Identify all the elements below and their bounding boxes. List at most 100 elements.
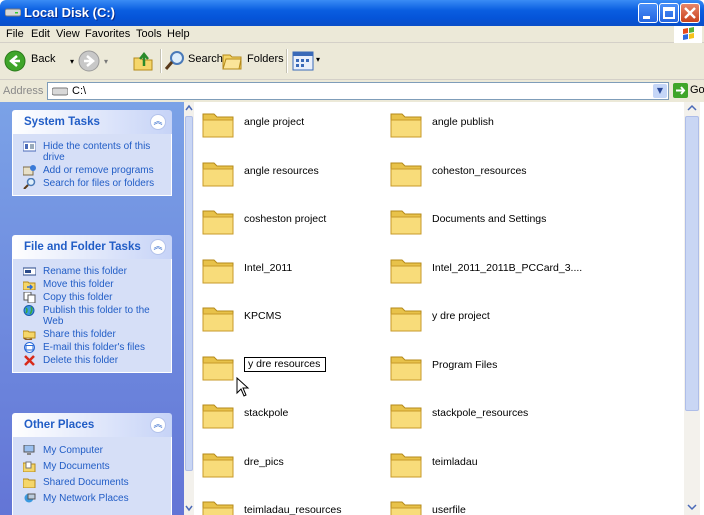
close-button[interactable]: [680, 3, 700, 23]
folder-item[interactable]: KPCMS: [202, 300, 392, 336]
file-folder-tasks-header[interactable]: File and Folder Tasks ︽: [12, 235, 172, 259]
up-folder-button[interactable]: [132, 50, 154, 72]
folder-item[interactable]: dre_pics: [202, 446, 392, 482]
folder-item[interactable]: stackpole_resources: [390, 397, 580, 433]
folder-icon: [390, 205, 422, 235]
scroll-up-arrow-icon[interactable]: [686, 103, 698, 113]
task-copy-folder[interactable]: Copy this folder: [13, 292, 171, 303]
folder-name: stackpole_resources: [432, 407, 529, 419]
menu-view[interactable]: View: [56, 28, 80, 40]
menu-file[interactable]: File: [6, 28, 24, 40]
task-share-folder[interactable]: Share this folder: [13, 329, 171, 340]
menu-help[interactable]: Help: [167, 28, 190, 40]
place-my-network-places[interactable]: My Network Places: [13, 493, 171, 504]
search-label: Search: [188, 53, 223, 65]
folder-name: userfile: [432, 504, 466, 515]
forward-dropdown-icon[interactable]: ▾: [104, 57, 108, 66]
task-label: Publish this folder to the Web: [43, 305, 150, 327]
folder-icon: [202, 448, 234, 478]
folder-item[interactable]: cosheston project: [202, 203, 392, 239]
scroll-up-arrow-icon[interactable]: [185, 103, 193, 113]
scroll-down-arrow-icon[interactable]: [185, 503, 193, 513]
folder-icon: [390, 351, 422, 381]
folder-icon: [390, 399, 422, 429]
task-label: Copy this folder: [43, 292, 113, 303]
collapse-chevron-icon[interactable]: ︽: [150, 417, 166, 433]
folder-item[interactable]: y dre resources: [202, 349, 392, 385]
go-button[interactable]: Go: [673, 83, 704, 99]
drive-icon: [5, 8, 21, 17]
place-shared-documents[interactable]: Shared Documents: [13, 477, 171, 488]
folder-item[interactable]: angle resources: [202, 155, 392, 191]
back-dropdown-icon[interactable]: ▾: [70, 57, 74, 66]
drive-icon: [52, 87, 68, 96]
task-rename-folder[interactable]: Rename this folder: [13, 266, 171, 277]
folder-item[interactable]: Program Files: [390, 349, 580, 385]
folder-name: teimladau_resources: [244, 504, 342, 515]
forward-button[interactable]: [78, 50, 100, 72]
file-list-scroll-thumb[interactable]: [685, 116, 699, 411]
menu-favorites[interactable]: Favorites: [85, 28, 130, 40]
title-bar[interactable]: Local Disk (C:): [0, 0, 704, 26]
folder-item[interactable]: y dre project: [390, 300, 580, 336]
folder-item[interactable]: teimladau_resources: [202, 494, 392, 515]
minimize-button[interactable]: [638, 3, 658, 23]
place-my-computer[interactable]: My Computer: [13, 445, 171, 456]
folder-item[interactable]: userfile: [390, 494, 580, 515]
folder-item[interactable]: angle project: [202, 106, 392, 142]
task-label: Move this folder: [43, 279, 114, 290]
address-dropdown-icon[interactable]: ▼: [653, 84, 667, 98]
toolbar: Back ▾ ▾ Search Folders ▾: [0, 43, 704, 80]
back-button[interactable]: Back: [4, 49, 64, 73]
task-hide-drive-contents[interactable]: Hide the contents of this drive: [13, 141, 171, 163]
folder-item[interactable]: coheston_resources: [390, 155, 580, 191]
address-input[interactable]: C:\ ▼: [47, 82, 669, 100]
folder-name: KPCMS: [244, 310, 282, 322]
system-tasks-header[interactable]: System Tasks ︽: [12, 110, 172, 134]
menu-edit[interactable]: Edit: [31, 28, 50, 40]
folder-icon: [202, 205, 234, 235]
folder-name: dre_pics: [244, 455, 284, 468]
task-add-remove-programs[interactable]: Add or remove programs: [13, 165, 171, 176]
folder-icon: [202, 302, 234, 332]
views-icon: [292, 51, 314, 71]
address-bar: Address C:\ ▼ Go: [0, 80, 704, 102]
task-email-files[interactable]: E-mail this folder's files: [13, 342, 171, 353]
toolbar-separator: [160, 49, 162, 73]
place-label: My Computer: [43, 445, 104, 456]
other-places-header[interactable]: Other Places ︽: [12, 413, 172, 437]
globe-icon: [23, 305, 35, 316]
search-button[interactable]: Search: [164, 49, 223, 73]
collapse-chevron-icon[interactable]: ︽: [150, 114, 166, 130]
folder-item[interactable]: stackpole: [202, 397, 392, 433]
folder-item[interactable]: Intel_2011: [202, 252, 392, 288]
scroll-down-arrow-icon[interactable]: [686, 502, 698, 512]
system-tasks-panel: System Tasks ︽ Hide the contents of this…: [12, 110, 172, 196]
task-search-files[interactable]: Search for files or folders: [13, 178, 171, 189]
folder-item[interactable]: angle publish: [390, 106, 580, 142]
rename-input[interactable]: y dre resources: [244, 356, 326, 372]
task-move-folder[interactable]: Move this folder: [13, 279, 171, 290]
task-publish-web[interactable]: Publish this folder to the Web: [13, 305, 171, 327]
task-pane-scroll-thumb[interactable]: [185, 116, 193, 471]
folders-label: Folders: [247, 53, 284, 65]
network-places-icon: [24, 493, 36, 503]
folder-item[interactable]: Intel_2011_2011B_PCCard_3....: [390, 252, 582, 288]
task-delete-folder[interactable]: Delete this folder: [13, 355, 171, 366]
folder-item[interactable]: Documents and Settings: [390, 203, 580, 239]
menu-tools[interactable]: Tools: [136, 28, 162, 40]
views-button[interactable]: ▾: [292, 50, 324, 72]
other-places-panel: Other Places ︽ My Computer My Documents …: [12, 413, 172, 515]
place-my-documents[interactable]: My Documents: [13, 461, 171, 472]
folder-name: Program Files: [432, 358, 498, 371]
folder-item[interactable]: teimladau: [390, 446, 580, 482]
file-folder-tasks-panel: File and Folder Tasks ︽ Rename this fold…: [12, 235, 172, 373]
maximize-button[interactable]: [659, 3, 679, 23]
folders-button[interactable]: Folders: [221, 49, 284, 73]
search-icon: [164, 51, 184, 70]
collapse-chevron-icon[interactable]: ︽: [150, 239, 166, 255]
folder-icon: [390, 254, 422, 284]
folder-icon: [390, 108, 422, 138]
place-label: My Network Places: [43, 493, 129, 504]
task-label: Add or remove programs: [43, 165, 154, 176]
